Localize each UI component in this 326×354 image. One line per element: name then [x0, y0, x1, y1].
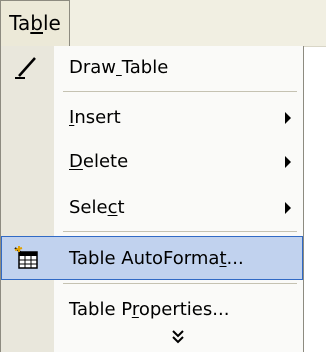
menu-item-label: Table AutoFormat... — [69, 248, 244, 269]
menu-separator — [63, 231, 297, 232]
menu-separator — [63, 91, 297, 92]
table-menu-title[interactable]: Table — [0, 0, 70, 46]
menu-item-select[interactable]: Select — [1, 186, 303, 230]
pencil-icon — [15, 57, 36, 79]
menu-item-table-properties[interactable]: Table Properties... — [1, 288, 303, 332]
menu-item-label: Select — [69, 197, 125, 218]
menu-item-table-autoformat[interactable]: Table AutoFormat... — [1, 236, 303, 280]
table-autoformat-icon — [14, 246, 38, 269]
menu-separator — [63, 283, 297, 284]
menu-item-label: Delete — [69, 151, 129, 172]
table-menu-dropdown: Draw Table Insert Delete Select Table Au… — [0, 46, 304, 352]
submenu-arrow-icon — [285, 112, 291, 124]
menu-item-label: Table Properties... — [69, 299, 230, 320]
menu-item-draw-table[interactable]: Draw Table — [1, 46, 303, 90]
menu-item-label: Draw Table — [69, 57, 169, 78]
menu-item-insert[interactable]: Insert — [1, 96, 303, 140]
menu-item-delete[interactable]: Delete — [1, 140, 303, 184]
menu-bar: Table — [0, 0, 326, 47]
submenu-arrow-icon — [285, 156, 291, 168]
submenu-arrow-icon — [285, 202, 291, 214]
expand-chevron-icon[interactable] — [171, 329, 185, 345]
menu-item-label: Insert — [69, 107, 121, 128]
